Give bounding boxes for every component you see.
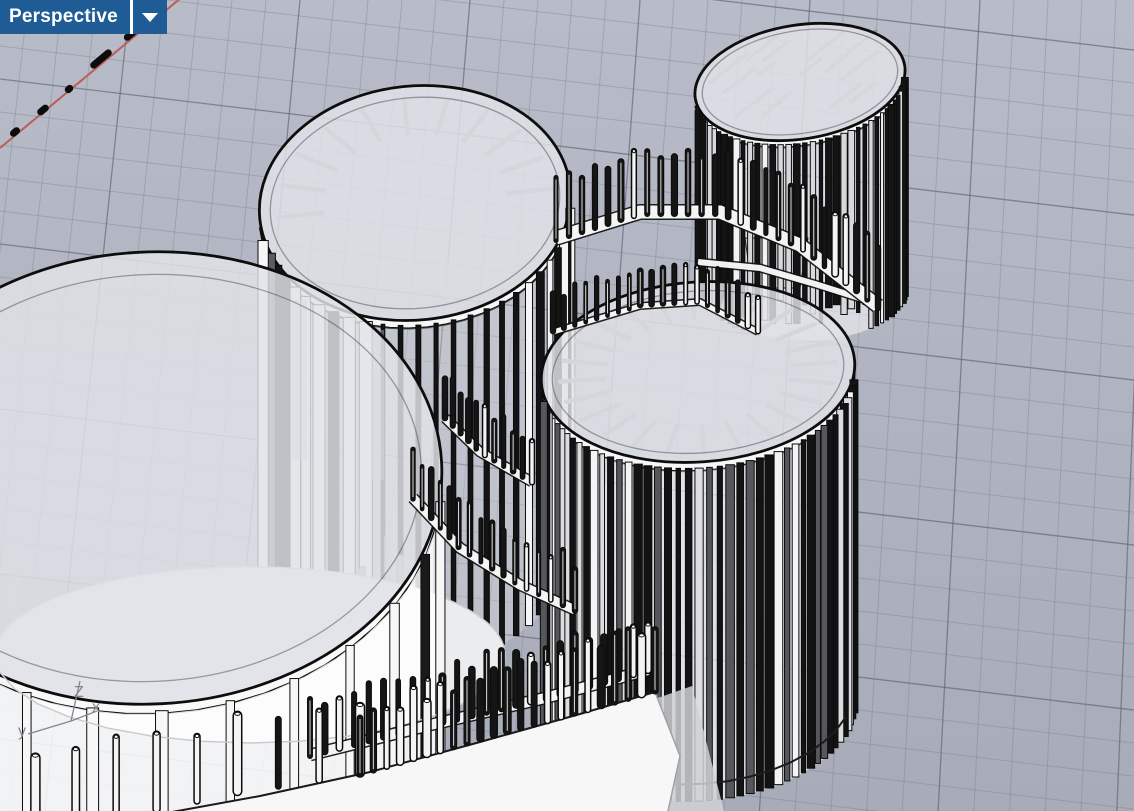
svg-text:y: y — [18, 723, 26, 740]
viewport-menu-button[interactable] — [133, 0, 167, 34]
chevron-down-icon — [141, 12, 158, 22]
viewport-title-tab[interactable]: Perspective — [0, 0, 167, 34]
rhino-viewport[interactable]: Zx y Perspective — [0, 0, 1134, 811]
viewport-title[interactable]: Perspective — [9, 6, 118, 28]
svg-text:x: x — [92, 699, 100, 716]
svg-text:Z: Z — [74, 684, 84, 701]
viewport-title-main[interactable]: Perspective — [0, 0, 130, 34]
scene-3d[interactable]: Zx y — [0, 0, 1134, 811]
